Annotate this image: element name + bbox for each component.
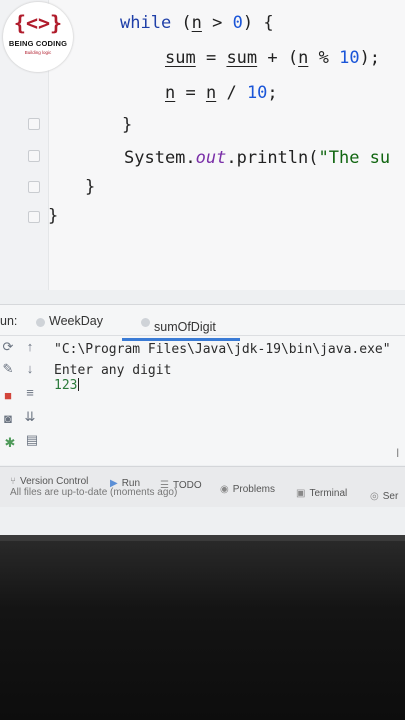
console-command-line: "C:\Program Files\Java\jdk-19\bin\java.e…	[54, 342, 391, 357]
tab-weekday[interactable]: WeekDay	[49, 314, 103, 328]
variable: sum	[226, 48, 258, 68]
fold-marker-icon[interactable]	[28, 150, 40, 162]
arrow-up-icon[interactable]: ↑	[22, 339, 38, 354]
logo-subtitle: Building logic	[24, 50, 52, 55]
field-reference: out	[195, 148, 227, 168]
number-literal: 0	[232, 13, 243, 33]
code-line-brace[interactable]: }	[122, 115, 132, 135]
code-text: %	[308, 48, 340, 68]
code-line-while[interactable]: while (n > 0) {	[120, 13, 274, 33]
number-literal: 10	[339, 48, 360, 68]
panel-resize-handle[interactable]: I	[396, 446, 399, 460]
code-line-println[interactable]: System.out.println("The su	[124, 148, 390, 168]
java-icon	[36, 318, 45, 327]
settings-icon[interactable]: ✱	[2, 435, 18, 451]
run-tool-window: un: WeekDay sumOfDigit ⟳ ↑ ✎ ↓ ■ ≡ ◙ ⇊ ✱…	[0, 304, 405, 465]
bottom-bar-label: Version Control	[20, 476, 89, 487]
code-text: .println(	[226, 148, 319, 168]
code-text: >	[201, 13, 233, 33]
text-caret	[78, 378, 80, 391]
code-text: ) {	[242, 13, 274, 33]
scroll-to-end-icon[interactable]: ⇊	[22, 409, 38, 425]
console-input-value: 123	[54, 378, 78, 393]
variable: n	[191, 13, 202, 33]
run-label: un:	[0, 314, 18, 328]
variable: sum	[165, 48, 196, 68]
variable: n	[298, 48, 309, 68]
logo-glyph: {<>}	[13, 11, 63, 35]
code-text: ;	[267, 83, 278, 103]
code-text: System.	[124, 148, 196, 168]
java-icon	[141, 318, 150, 327]
code-text: /	[216, 83, 247, 103]
code-line-divide[interactable]: n = n / 10;	[165, 83, 278, 103]
code-line-brace[interactable]: }	[85, 177, 95, 197]
wrench-icon[interactable]: ✎	[0, 361, 16, 377]
stop-icon[interactable]: ■	[0, 388, 16, 403]
variable: n	[205, 83, 217, 103]
status-bar: All files are up-to-date (moments ago)	[0, 487, 405, 514]
code-line-brace[interactable]: }	[48, 206, 58, 226]
console-prompt: Enter any digit	[54, 363, 172, 378]
branch-icon: ⑂	[10, 476, 16, 487]
print-icon[interactable]: ▤	[24, 432, 40, 448]
active-tab-indicator	[122, 338, 240, 341]
fold-marker-icon[interactable]	[28, 211, 40, 223]
fold-marker-icon[interactable]	[28, 118, 40, 130]
tab-sumofdigit[interactable]: sumOfDigit	[154, 320, 216, 334]
arrow-down-icon[interactable]: ↓	[22, 361, 38, 376]
soft-wrap-icon[interactable]: ≡	[22, 385, 38, 400]
camera-icon[interactable]: ◙	[0, 411, 16, 426]
code-text: =	[195, 48, 227, 68]
string-literal: "The su	[318, 148, 391, 168]
version-control-button[interactable]: ⑂ Version Control	[10, 476, 88, 487]
variable: n	[165, 83, 176, 103]
code-text: (	[171, 13, 192, 33]
channel-logo: {<>} BEING CODING Building logic	[3, 2, 73, 72]
code-text: );	[359, 48, 381, 68]
fold-marker-icon[interactable]	[28, 181, 40, 193]
rerun-icon[interactable]: ⟳	[0, 339, 16, 355]
console-input[interactable]: 123	[54, 378, 80, 393]
code-line-sum[interactable]: sum = sum + (n % 10);	[165, 48, 380, 68]
logo-title: BEING CODING	[8, 39, 68, 48]
ide-screen: while (n > 0) { sum = sum + (n % 10); n …	[0, 0, 405, 535]
status-text: All files are up-to-date (moments ago)	[10, 487, 178, 498]
code-text: + (	[257, 48, 299, 68]
keyword: while	[120, 13, 172, 33]
run-tab-bar: un: WeekDay sumOfDigit	[0, 305, 405, 336]
monitor-bezel-edge	[0, 535, 405, 541]
number-literal: 10	[246, 83, 268, 103]
code-text: =	[175, 83, 206, 103]
monitor-bezel	[0, 535, 405, 720]
